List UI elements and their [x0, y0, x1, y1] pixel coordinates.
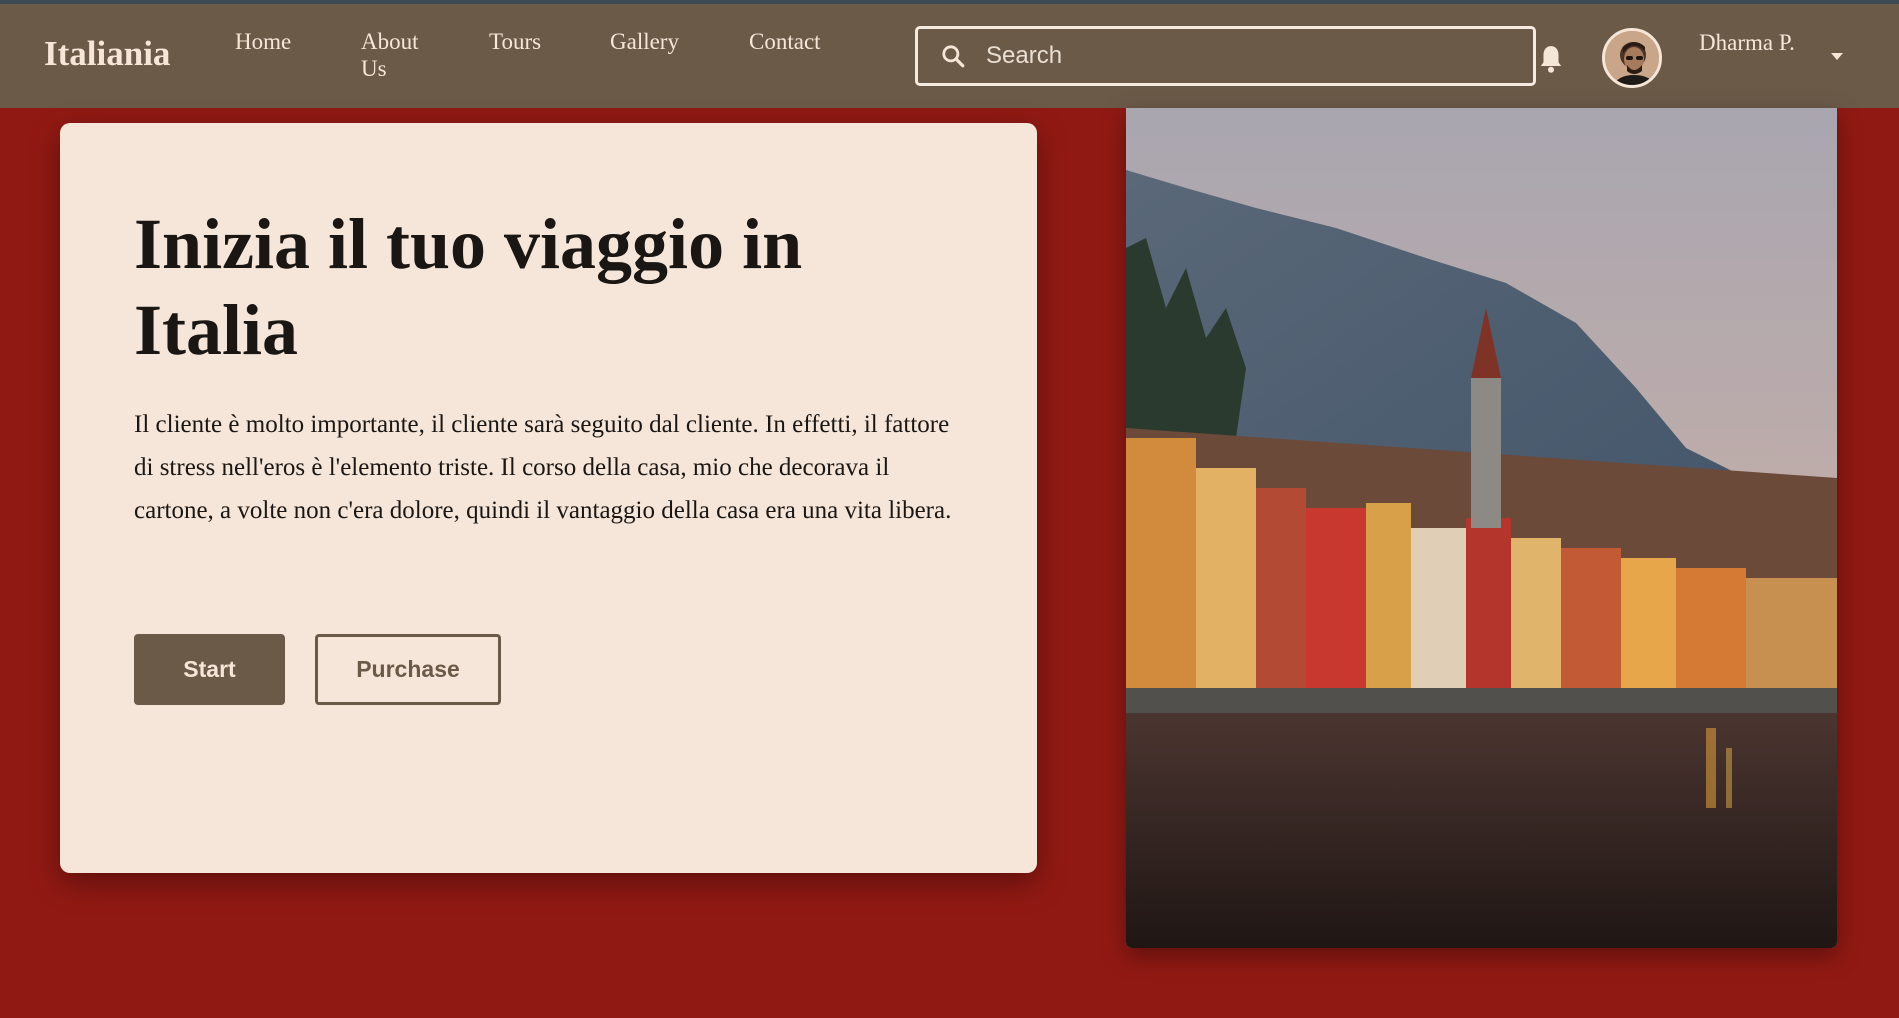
caret-down-icon[interactable]	[1830, 52, 1844, 62]
avatar[interactable]	[1602, 28, 1662, 88]
nav-link-about-us[interactable]: About Us	[361, 28, 441, 82]
search-input[interactable]	[986, 37, 1516, 75]
hero-card: Inizia il tuo viaggio in Italia Il clien…	[60, 123, 1037, 873]
start-button[interactable]: Start	[134, 634, 285, 705]
hero-description: Il cliente è molto importante, il client…	[134, 411, 952, 524]
nav-link-tours[interactable]: Tours	[489, 28, 541, 55]
top-navbar: Italiania Home About Us Tours Gallery Co…	[0, 4, 1899, 108]
nav-link-contact[interactable]: Contact	[749, 28, 821, 55]
hero-title: Inizia il tuo viaggio in Italia	[134, 204, 803, 370]
hero-image	[1126, 108, 1837, 948]
search-icon	[942, 45, 965, 68]
bell-icon[interactable]	[1538, 44, 1564, 74]
purchase-button[interactable]: Purchase	[315, 634, 501, 705]
nav-link-gallery[interactable]: Gallery	[610, 28, 679, 55]
brand-logo[interactable]: Italiania	[44, 34, 170, 74]
nav-link-home[interactable]: Home	[235, 28, 291, 55]
avatar-image	[1605, 31, 1659, 85]
user-name[interactable]: Dharma P.	[1699, 29, 1809, 56]
search-box[interactable]	[915, 26, 1536, 86]
